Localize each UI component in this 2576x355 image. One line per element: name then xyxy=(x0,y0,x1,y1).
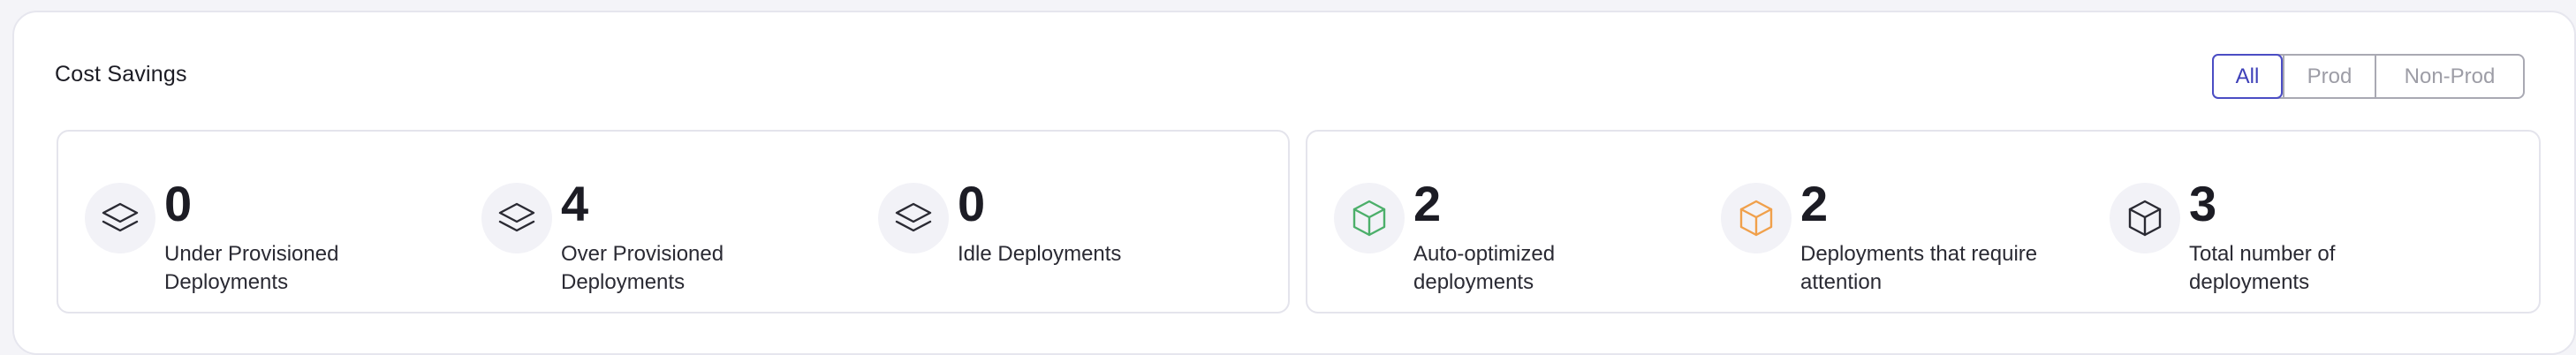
stat-label: Idle Deployments xyxy=(958,242,1122,266)
layers-icon xyxy=(85,183,155,253)
layers-icon xyxy=(481,183,552,253)
stat-value: 0 xyxy=(958,176,986,231)
cube-icon xyxy=(2110,183,2180,253)
provisioning-card: 0 Under Provisioned Deployments 4 Over P… xyxy=(57,130,1290,313)
cube-icon xyxy=(1334,183,1405,253)
stat-label: Auto-optimized deployments xyxy=(1413,242,1556,294)
cost-savings-panel: Cost Savings All Prod Non-Prod 0 Under P… xyxy=(12,11,2576,355)
filter-non-prod-button[interactable]: Non-Prod xyxy=(2375,56,2523,97)
stat-value: 2 xyxy=(1413,176,1442,231)
stat-label: Over Provisioned Deployments xyxy=(561,242,724,294)
stat-value: 0 xyxy=(164,176,193,231)
panel-title: Cost Savings xyxy=(55,62,187,87)
cube-icon xyxy=(1721,183,1792,253)
stat-label: Deployments that require attention xyxy=(1800,242,2038,294)
stat-value: 4 xyxy=(561,176,589,231)
environment-filter: All Prod Non-Prod xyxy=(2212,54,2525,99)
filter-all-button[interactable]: All xyxy=(2212,54,2283,99)
stat-value: 2 xyxy=(1800,176,1829,231)
stat-label: Under Provisioned Deployments xyxy=(164,242,339,294)
stat-value: 3 xyxy=(2189,176,2217,231)
filter-prod-button[interactable]: Prod xyxy=(2283,56,2375,97)
optimization-card: 2 Auto-optimized deployments 2 Deploymen… xyxy=(1306,130,2541,313)
stat-label: Total number of deployments xyxy=(2189,242,2336,294)
layers-icon xyxy=(878,183,949,253)
